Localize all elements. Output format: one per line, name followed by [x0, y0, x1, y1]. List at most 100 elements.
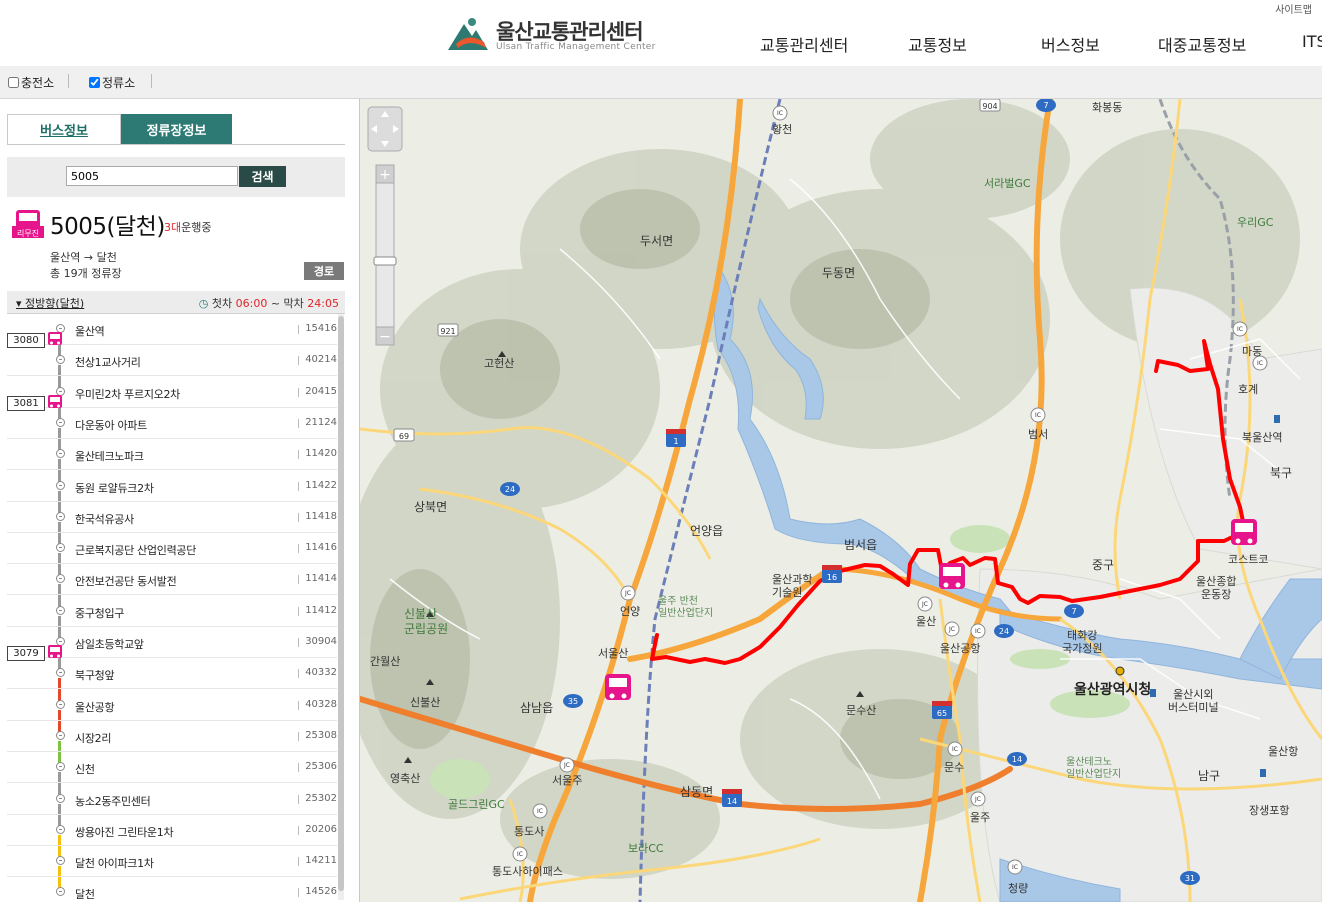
- nav-bus-info[interactable]: 버스정보: [1041, 32, 1100, 56]
- stop-row[interactable]: 달천 14526: [7, 877, 337, 902]
- running-count: 3대: [164, 221, 182, 234]
- stop-row[interactable]: 울산테크노파크 11420: [7, 439, 337, 470]
- stop-row[interactable]: 중구청입구 11412: [7, 596, 337, 627]
- stop-name[interactable]: 우미린2차 푸르지오2차: [75, 386, 180, 402]
- bus-running-status: 3대운행중: [164, 219, 212, 235]
- stop-row[interactable]: 북구청앞 40332: [7, 658, 337, 689]
- bus-search-box: 검색: [7, 157, 345, 197]
- stop-name[interactable]: 울산공항: [75, 699, 115, 715]
- stop-name[interactable]: 한국석유공사: [75, 511, 134, 527]
- nav-transit-info[interactable]: 대중교통정보: [1158, 32, 1246, 56]
- map-label: 마동: [1242, 345, 1263, 358]
- nav-traffic-center[interactable]: 교통관리센터: [760, 32, 848, 56]
- stop-row[interactable]: 안전보건공단 동서발전 11414: [7, 564, 337, 595]
- map-label: 신불산: [410, 696, 441, 709]
- stop-name[interactable]: 안전보건공단 동서발전: [75, 573, 177, 589]
- stop-list-scrollbar[interactable]: [338, 314, 344, 900]
- charging-label: 충전소: [21, 76, 55, 90]
- svg-text:16: 16: [827, 573, 837, 582]
- stop-row[interactable]: 달천 아이파크1차 14211: [7, 846, 337, 877]
- stop-number: 11418: [305, 511, 337, 522]
- bus-marker-icon[interactable]: [1231, 519, 1257, 545]
- stops-checkbox[interactable]: [89, 77, 100, 88]
- map-label: 서울산: [598, 647, 629, 660]
- expressway-shield-icon: 14: [722, 789, 742, 807]
- map-label: 우리GC: [1237, 216, 1274, 229]
- stop-name[interactable]: 동원 로얄듀크2차: [75, 480, 154, 496]
- stop-row[interactable]: 신천 25306: [7, 752, 337, 783]
- stop-row[interactable]: 시장2리 25308: [7, 721, 337, 752]
- stop-dot-icon: [56, 449, 65, 458]
- running-label: 운행중: [181, 221, 212, 234]
- site-logo[interactable]: 울산교통관리센터 Ulsan Traffic Management Center: [446, 12, 656, 54]
- stop-dot-icon: [56, 418, 65, 427]
- direction-toggle[interactable]: ▾ 정방향(달천): [16, 295, 84, 311]
- map-label: 서울주: [552, 774, 583, 787]
- stop-name[interactable]: 다운동아 아파트: [75, 417, 147, 433]
- sitemap-link[interactable]: 사이트맵: [1275, 1, 1312, 16]
- stops-toggle[interactable]: 정류소: [89, 74, 135, 91]
- svg-text:7: 7: [1043, 101, 1048, 110]
- tab-bus-info[interactable]: 버스정보: [7, 114, 121, 144]
- stop-number: 40214: [305, 354, 337, 365]
- stop-row[interactable]: 동원 로얄듀크2차 11422: [7, 471, 337, 502]
- map-view[interactable]: 1 65 14 16 921 69 904 24 24 35 7 7 14 31…: [360, 99, 1322, 902]
- stop-divider: [298, 795, 299, 804]
- charging-toggle[interactable]: 충전소: [8, 74, 54, 91]
- road-shield-icon: 904: [979, 99, 1001, 112]
- map-label: 고헌산: [484, 357, 515, 370]
- bus-marker-icon[interactable]: [939, 563, 965, 589]
- stop-name[interactable]: 시장2리: [75, 730, 111, 746]
- svg-text:IC: IC: [975, 628, 981, 635]
- search-button[interactable]: 검색: [239, 166, 286, 187]
- stop-row[interactable]: 쌍용아진 그린타운1차 20206: [7, 815, 337, 846]
- charging-checkbox[interactable]: [8, 77, 19, 88]
- stop-row[interactable]: 다운동아 아파트 21124: [7, 408, 337, 439]
- svg-text:65: 65: [937, 709, 947, 718]
- limousine-bus-icon: 리무진: [12, 209, 44, 242]
- svg-text:IC: IC: [517, 851, 523, 858]
- route-button[interactable]: 경로: [304, 262, 344, 280]
- map-label: 울주 반천 일반산업단지: [658, 596, 714, 619]
- stop-name[interactable]: 삼일초등학교앞: [75, 636, 144, 652]
- stop-name[interactable]: 신천: [75, 761, 95, 777]
- stop-row[interactable]: 한국석유공사 11418: [7, 502, 337, 533]
- tab-stop-info[interactable]: 정류장정보: [121, 114, 232, 144]
- time-separator: ~: [270, 297, 281, 310]
- first-bus-time: 06:00: [235, 297, 268, 310]
- stop-name[interactable]: 농소2동주민센터: [75, 793, 151, 809]
- stop-name[interactable]: 중구청입구: [75, 605, 124, 621]
- stop-name[interactable]: 쌍용아진 그린타운1차: [75, 824, 174, 840]
- nav-its[interactable]: ITS: [1302, 32, 1322, 51]
- logo-mark-icon: [448, 18, 488, 50]
- stop-name[interactable]: 달천 아이파크1차: [75, 855, 154, 871]
- direction-label: 정방향(달천): [25, 297, 85, 310]
- nav-traffic-info[interactable]: 교통정보: [908, 32, 967, 56]
- scrollbar-thumb[interactable]: [338, 316, 344, 891]
- stop-row[interactable]: 농소2동주민센터 25302: [7, 784, 337, 815]
- stop-dot-icon: [56, 481, 65, 490]
- stop-divider: [298, 482, 299, 491]
- road-shield-icon: 24: [994, 624, 1014, 638]
- stop-name[interactable]: 울산역: [75, 323, 105, 339]
- stop-number: 11414: [305, 573, 337, 584]
- svg-text:1: 1: [673, 437, 678, 446]
- stop-row[interactable]: 울산역 15416 3080: [7, 314, 337, 348]
- stop-name[interactable]: 근로복지공단 산업인력공단: [75, 542, 196, 558]
- bus-marker-icon[interactable]: [605, 674, 631, 700]
- stop-row[interactable]: 우미린2차 푸르지오2차 20415 3081: [7, 377, 337, 411]
- map-label: 울산항: [1268, 745, 1299, 758]
- stop-row[interactable]: 천상1교사거리 40214: [7, 345, 337, 376]
- stop-row[interactable]: 근로복지공단 산업인력공단 11416: [7, 533, 337, 564]
- stop-row[interactable]: 삼일초등학교앞 30904 3079: [7, 627, 337, 661]
- stop-row[interactable]: 울산공항 40328: [7, 690, 337, 721]
- stop-name[interactable]: 울산테크노파크: [75, 448, 144, 464]
- stop-dot-icon: [56, 606, 65, 615]
- stop-name[interactable]: 천상1교사거리: [75, 354, 141, 370]
- zoom-control[interactable]: + −: [367, 106, 403, 346]
- bus-search-input[interactable]: [66, 166, 238, 186]
- stop-number: 40328: [305, 699, 337, 710]
- stop-number: 15416: [305, 323, 337, 334]
- stop-name[interactable]: 북구청앞: [75, 667, 115, 683]
- stop-name[interactable]: 달천: [75, 886, 95, 902]
